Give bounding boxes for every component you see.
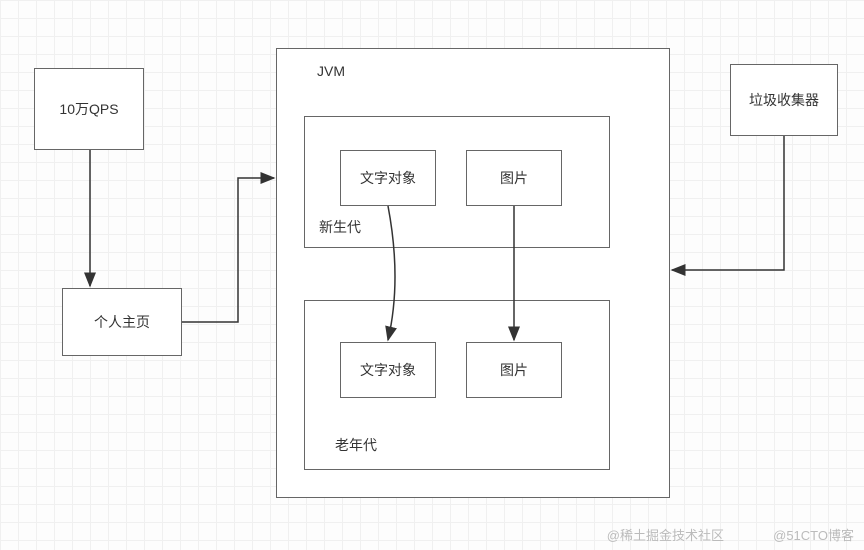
jvm-label: JVM — [317, 63, 345, 79]
homepage-label: 个人主页 — [94, 312, 150, 332]
text-obj-young-box: 文字对象 — [340, 150, 436, 206]
arrow-homepage-to-jvm — [182, 178, 274, 322]
text-obj-young-label: 文字对象 — [360, 168, 416, 188]
image-young-box: 图片 — [466, 150, 562, 206]
image-old-label: 图片 — [500, 360, 528, 380]
image-young-label: 图片 — [500, 168, 528, 188]
old-gen-label: 老年代 — [335, 435, 377, 455]
text-obj-old-label: 文字对象 — [360, 360, 416, 380]
gc-label: 垃圾收集器 — [749, 90, 819, 110]
homepage-box: 个人主页 — [62, 288, 182, 356]
gc-box: 垃圾收集器 — [730, 64, 838, 136]
qps-label: 10万QPS — [59, 99, 118, 119]
watermark-juejin: @稀土掘金技术社区 — [607, 525, 724, 544]
image-old-box: 图片 — [466, 342, 562, 398]
watermark-51cto: @51CTO博客 — [773, 525, 854, 544]
arrow-gc-to-jvm — [672, 136, 784, 270]
qps-box: 10万QPS — [34, 68, 144, 150]
text-obj-old-box: 文字对象 — [340, 342, 436, 398]
young-gen-label: 新生代 — [319, 217, 361, 237]
